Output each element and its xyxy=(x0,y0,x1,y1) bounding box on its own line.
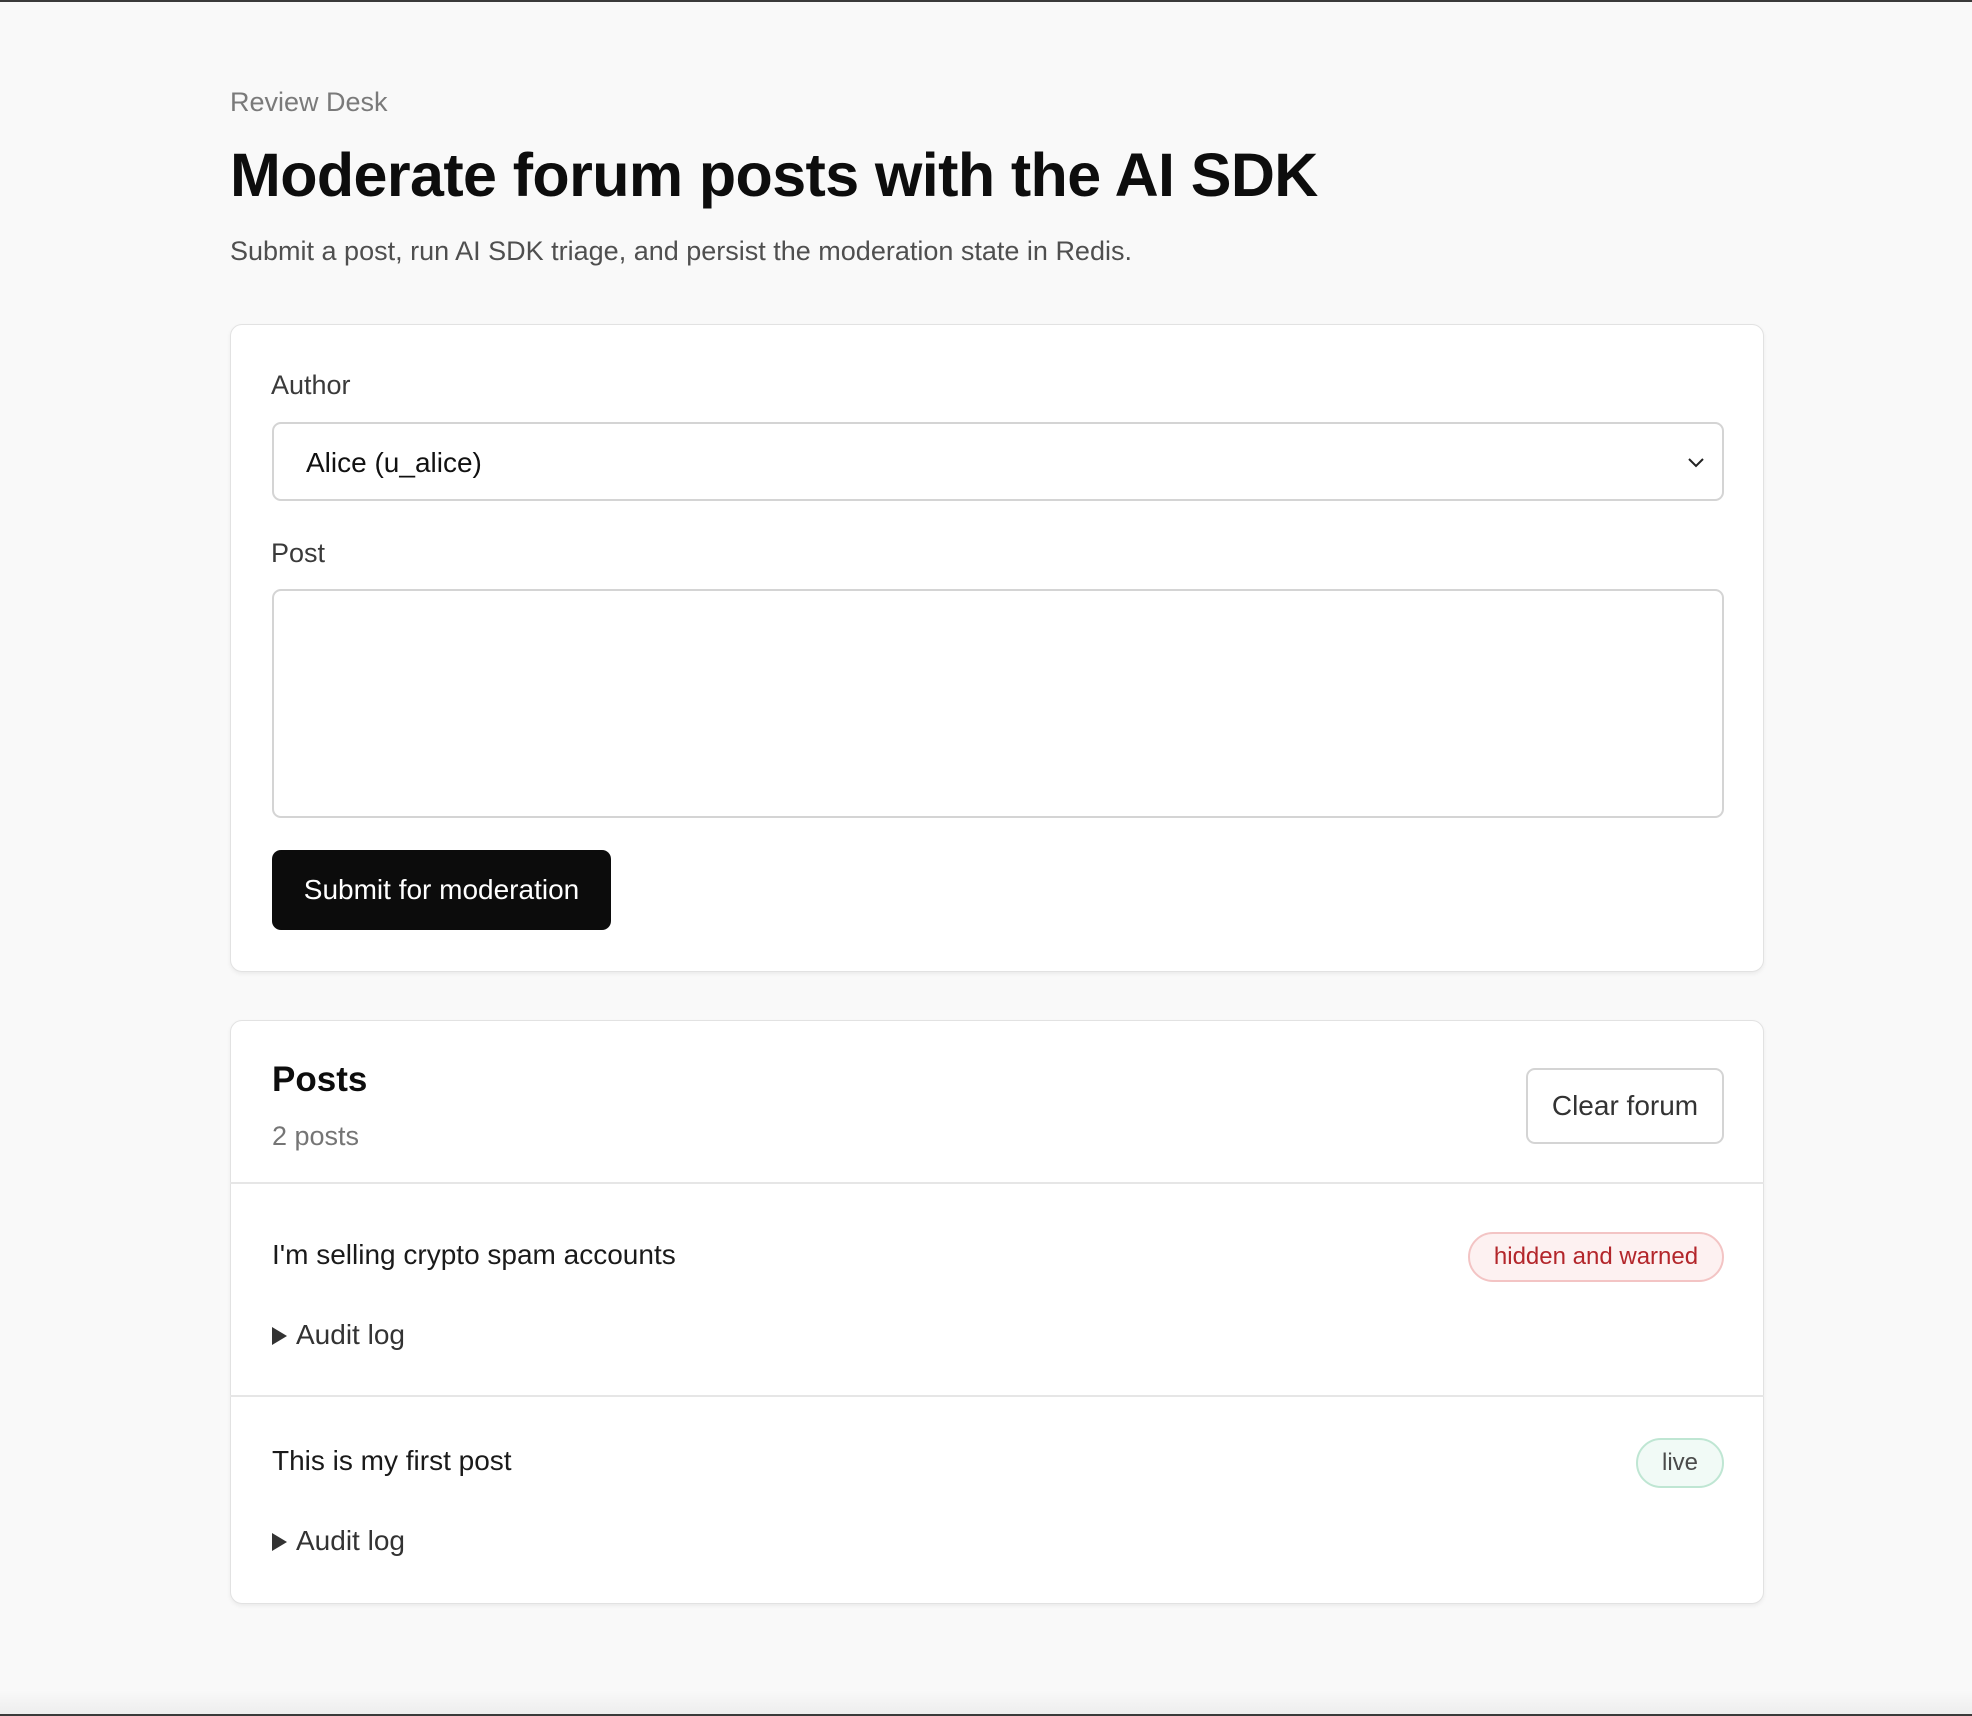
author-label: Author xyxy=(271,370,351,400)
chevron-down-icon xyxy=(1688,458,1704,468)
posts-header-divider xyxy=(230,1182,1764,1184)
page-eyebrow: Review Desk xyxy=(230,87,388,117)
post-text: This is my first post xyxy=(272,1445,512,1476)
disclosure-triangle-icon xyxy=(272,1533,287,1551)
audit-log-toggle[interactable]: Audit log xyxy=(272,1524,412,1560)
audit-log-label: Audit log xyxy=(296,1319,405,1350)
post-textarea[interactable] xyxy=(272,589,1724,818)
post-divider xyxy=(230,1395,1764,1397)
status-badge: hidden and warned xyxy=(1468,1232,1724,1282)
window-bottom-shade xyxy=(0,1690,1972,1716)
page-subtitle: Submit a post, run AI SDK triage, and pe… xyxy=(230,236,1132,266)
posts-count: 2 posts xyxy=(272,1121,360,1151)
status-badge: live xyxy=(1636,1438,1724,1488)
clear-forum-button[interactable]: Clear forum xyxy=(1526,1068,1724,1144)
disclosure-triangle-icon xyxy=(272,1327,287,1345)
post-label: Post xyxy=(271,538,326,568)
author-select-value: Alice (u_alice) xyxy=(306,447,482,478)
posts-heading: Posts xyxy=(272,1060,368,1099)
audit-log-label: Audit log xyxy=(296,1525,405,1556)
page-title: Moderate forum posts with the AI SDK xyxy=(230,141,1318,209)
submit-for-moderation-button[interactable]: Submit for moderation xyxy=(272,850,611,930)
author-select[interactable]: Alice (u_alice) xyxy=(272,422,1724,501)
audit-log-toggle[interactable]: Audit log xyxy=(272,1318,412,1354)
post-text: I'm selling crypto spam accounts xyxy=(272,1239,676,1270)
